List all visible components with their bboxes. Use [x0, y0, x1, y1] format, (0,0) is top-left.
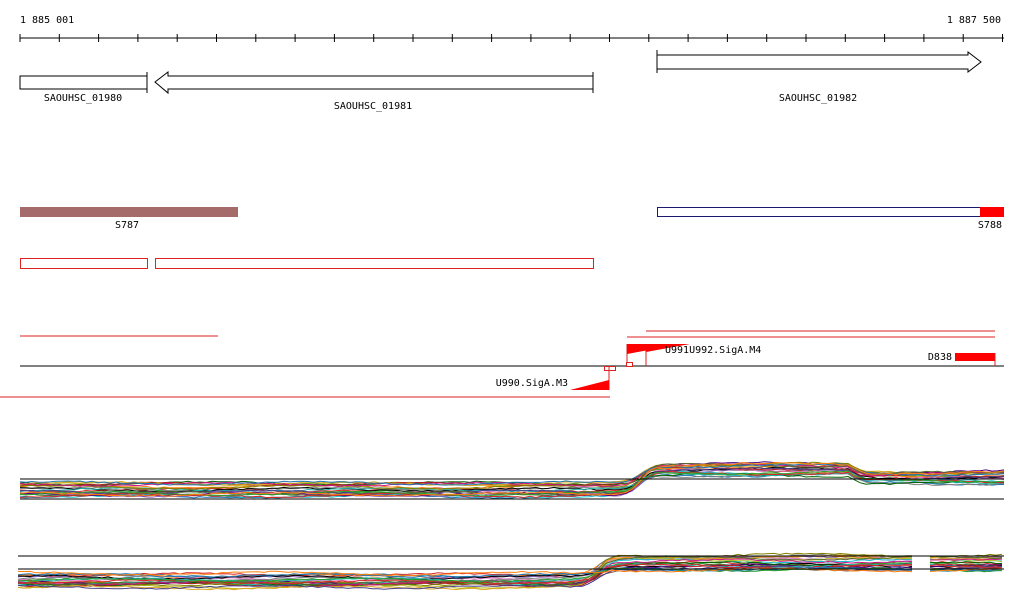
gene-arrow-saouhsc-01980[interactable] — [19, 75, 148, 90]
transcript-track — [20, 258, 594, 269]
ruler-start-label: 1 885 001 — [20, 15, 74, 26]
genome-browser-canvas: 1 885 001 1 887 500 SAOUHSC_01980 SAOUHS… — [0, 15, 1005, 591]
genome-browser-view: 1 885 001 1 887 500 SAOUHSC_01980 SAOUHS… — [0, 0, 1024, 611]
transcript-box-left[interactable] — [20, 258, 148, 269]
segment-label-s787: S787 — [115, 220, 139, 231]
terminator-label-d838: D838 — [928, 352, 952, 363]
gene-label-saouhsc-01982: SAOUHSC_01982 — [779, 93, 857, 104]
gene-arrow-saouhsc-01982[interactable] — [656, 50, 982, 74]
ruler-end-label: 1 887 500 — [947, 15, 1001, 26]
segment-s787-bar[interactable] — [20, 207, 238, 217]
promoter-box-u991[interactable] — [626, 362, 633, 367]
gene-saouhsc-01982[interactable]: SAOUHSC_01982 — [656, 50, 982, 104]
segment-label-s788: S788 — [978, 220, 1002, 231]
promoter-label-u991-u992: U991U992.SigA.M4 — [665, 345, 761, 356]
promoter-wedge-u990[interactable] — [570, 380, 609, 390]
expression-track-forward — [19, 461, 1005, 500]
gene-saouhsc-01980[interactable]: SAOUHSC_01980 — [19, 72, 148, 104]
coordinate-ruler: 1 885 001 1 887 500 — [19, 15, 1004, 42]
segment-s788-bar[interactable] — [980, 207, 1004, 217]
segment-track: S787 S788 — [20, 207, 1004, 231]
promoter-label-u990: U990.SigA.M3 — [496, 378, 568, 389]
promoter-box-u990[interactable] — [604, 366, 616, 371]
gene-label-saouhsc-01981: SAOUHSC_01981 — [334, 101, 412, 112]
gene-label-saouhsc-01980: SAOUHSC_01980 — [44, 93, 122, 104]
segment-s788-outline[interactable] — [657, 207, 981, 217]
gene-arrow-saouhsc-01981[interactable] — [154, 70, 594, 95]
feature-track: U990.SigA.M3 U991U992.SigA.M4 D838 — [0, 330, 1004, 398]
terminator-bar-d838[interactable] — [955, 353, 995, 361]
expression-track-reverse — [17, 552, 1004, 591]
gene-track: SAOUHSC_01980 SAOUHSC_01981 SAOUHSC_0198… — [19, 50, 982, 112]
gene-saouhsc-01981[interactable]: SAOUHSC_01981 — [154, 70, 594, 112]
transcript-box-right[interactable] — [155, 258, 594, 269]
